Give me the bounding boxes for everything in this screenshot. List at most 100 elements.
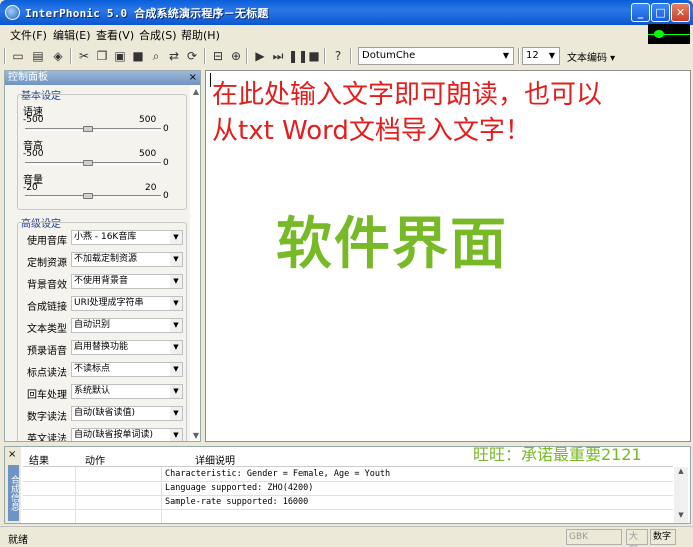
- pitch-slider[interactable]: [83, 160, 93, 166]
- prop-row-text-type: 文本类型 自动识别 ▼: [27, 318, 183, 335]
- prop-label: 回车处理: [27, 390, 67, 401]
- replace-icon[interactable]: ⇄: [166, 48, 182, 64]
- prerecorded-select[interactable]: 启用替换功能 ▼: [71, 340, 183, 355]
- prop-row-number: 数字读法 自动(缺省读值) ▼: [27, 406, 183, 423]
- link-handling-select[interactable]: URI处理成字符串 ▼: [71, 296, 183, 311]
- volume-slider[interactable]: [83, 193, 93, 199]
- text-editor[interactable]: 在此处输入文字即可朗读，也可以 从txt Word文档导入文字！ 软件界面: [205, 70, 691, 442]
- chevron-down-icon: ▼: [170, 231, 182, 244]
- chevron-down-icon: ▼: [170, 407, 182, 420]
- prop-row-link: 合成链接 URI处理成字符串 ▼: [27, 296, 183, 313]
- pitch-value: 0: [163, 158, 169, 168]
- save-icon[interactable]: ◈: [50, 48, 66, 64]
- prop-row-english: 英文读法 自动(缺省按单词读) ▼: [27, 428, 183, 441]
- column-detail[interactable]: 详细说明: [195, 452, 235, 467]
- editor-line-1: 在此处输入文字即可朗读，也可以: [212, 80, 603, 110]
- copy-icon[interactable]: ❐: [94, 48, 110, 64]
- scroll-up-icon[interactable]: ▲: [674, 467, 688, 477]
- menu-edit[interactable]: 编辑(E): [53, 27, 91, 43]
- log-line: Characteristic: Gender = Female, Age = Y…: [165, 469, 391, 479]
- stop-icon[interactable]: ■: [306, 48, 322, 64]
- chevron-down-icon: ▼: [170, 341, 182, 354]
- output-side-tab[interactable]: 合成信息: [8, 465, 19, 521]
- zoom-out-icon[interactable]: ⊟: [210, 48, 226, 64]
- prop-label: 标点读法: [27, 368, 67, 379]
- header-divider: [23, 466, 673, 467]
- font-size-select[interactable]: 12 ▼: [522, 47, 560, 65]
- text-type-select[interactable]: 自动识别 ▼: [71, 318, 183, 333]
- menu-bar: 文件(F) 编辑(E) 查看(V) 合成(S) 帮助(H): [0, 25, 693, 43]
- play-next-icon[interactable]: ⏭: [270, 48, 286, 64]
- prop-label: 使用音库: [27, 236, 67, 247]
- prop-row-background-sound: 背景音效 不使用背景音 ▼: [27, 274, 183, 291]
- output-scrollbar[interactable]: ▲ ▼: [674, 467, 688, 523]
- scroll-down-icon[interactable]: ▼: [191, 431, 201, 441]
- minimize-button[interactable]: _: [631, 3, 650, 22]
- menu-synth[interactable]: 合成(S): [139, 27, 177, 43]
- control-panel: 控制面板 × ▲ ▼ 基本设定 语速 -500 500 0 音高 -500 50…: [4, 70, 201, 442]
- editor-content[interactable]: 在此处输入文字即可朗读，也可以 从txt Word文档导入文字！: [212, 77, 662, 149]
- prop-label: 合成链接: [27, 302, 67, 313]
- promo-text: 旺旺：承诺最重要2121: [473, 445, 642, 464]
- prop-label: 数字读法: [27, 412, 67, 423]
- paste-icon[interactable]: ▣: [112, 48, 128, 64]
- chevron-down-icon: ▼: [170, 385, 182, 398]
- voice-select[interactable]: 小燕 - 16K音库 ▼: [71, 230, 183, 245]
- close-icon[interactable]: ×: [8, 449, 16, 460]
- column-result[interactable]: 结果: [29, 452, 49, 467]
- close-icon[interactable]: ×: [189, 71, 197, 85]
- enter-handling-select[interactable]: 系统默认 ▼: [71, 384, 183, 399]
- cut-icon[interactable]: ✂: [76, 48, 92, 64]
- chevron-down-icon: ▼: [502, 51, 510, 60]
- speed-slider[interactable]: [83, 126, 93, 132]
- new-icon[interactable]: ▭: [10, 48, 26, 64]
- prop-value: 启用替换功能: [74, 342, 129, 352]
- help-icon[interactable]: ?: [330, 48, 346, 64]
- menu-help[interactable]: 帮助(H): [181, 27, 220, 43]
- pitch-max: 500: [139, 149, 157, 159]
- punctuation-select[interactable]: 不读标点 ▼: [71, 362, 183, 377]
- number-reading-select[interactable]: 自动(缺省读值) ▼: [71, 406, 183, 421]
- menu-view[interactable]: 查看(V): [96, 27, 134, 43]
- volume-min: -20: [23, 183, 38, 193]
- column-action[interactable]: 动作: [85, 452, 105, 467]
- pause-icon[interactable]: ❚❚: [288, 48, 308, 64]
- close-button[interactable]: ✕: [671, 3, 690, 22]
- prop-label: 预录语音: [27, 346, 67, 357]
- grid-line: [23, 495, 673, 496]
- font-select[interactable]: DotumChe ▼: [358, 47, 514, 65]
- color-icon[interactable]: ■: [130, 48, 146, 64]
- font-select-value: DotumChe: [362, 50, 416, 61]
- zoom-in-icon[interactable]: ⊕: [228, 48, 244, 64]
- scroll-down-icon[interactable]: ▼: [674, 511, 688, 521]
- text-caret: [210, 73, 211, 87]
- control-panel-body: 基本设定 语速 -500 500 0 音高 -500 500 0 音量 -20 …: [5, 85, 190, 441]
- menu-file[interactable]: 文件(F): [10, 27, 47, 43]
- play-icon[interactable]: ▶: [252, 48, 268, 64]
- english-reading-select[interactable]: 自动(缺省按单词读) ▼: [71, 428, 183, 441]
- caps-indicator: 大写: [626, 529, 648, 547]
- prop-value: 不加载定制资源: [74, 254, 138, 264]
- maximize-button[interactable]: □: [651, 3, 670, 22]
- speed-slider-track: [25, 128, 161, 131]
- volume-max: 20: [145, 183, 157, 193]
- title-bar: InterPhonic 5.0 合成系统演示程序－无标题 _ □ ✕: [0, 0, 693, 25]
- speed-min: -500: [23, 115, 44, 125]
- audio-waveform-display: [648, 24, 690, 44]
- prop-label: 文本类型: [27, 324, 67, 335]
- status-bar: 就绪 GBK 大写 数字: [0, 526, 693, 547]
- prop-value: 系统默认: [74, 386, 111, 396]
- prop-value: 自动识别: [74, 320, 111, 330]
- custom-resource-select[interactable]: 不加载定制资源 ▼: [71, 252, 183, 267]
- encoding-menu[interactable]: 文本编码 ▾: [567, 49, 615, 64]
- background-sound-select[interactable]: 不使用背景音 ▼: [71, 274, 183, 289]
- scroll-up-icon[interactable]: ▲: [191, 87, 201, 97]
- num-indicator: 数字: [650, 529, 676, 545]
- prop-value: 自动(缺省读值): [74, 408, 136, 418]
- speed-value: 0: [163, 124, 169, 134]
- find-icon[interactable]: ⌕: [148, 48, 164, 64]
- prop-value: 小燕 - 16K音库: [74, 232, 137, 242]
- status-text: 就绪: [8, 535, 28, 546]
- replace-all-icon[interactable]: ⟳: [184, 48, 200, 64]
- open-icon[interactable]: ▤: [30, 48, 46, 64]
